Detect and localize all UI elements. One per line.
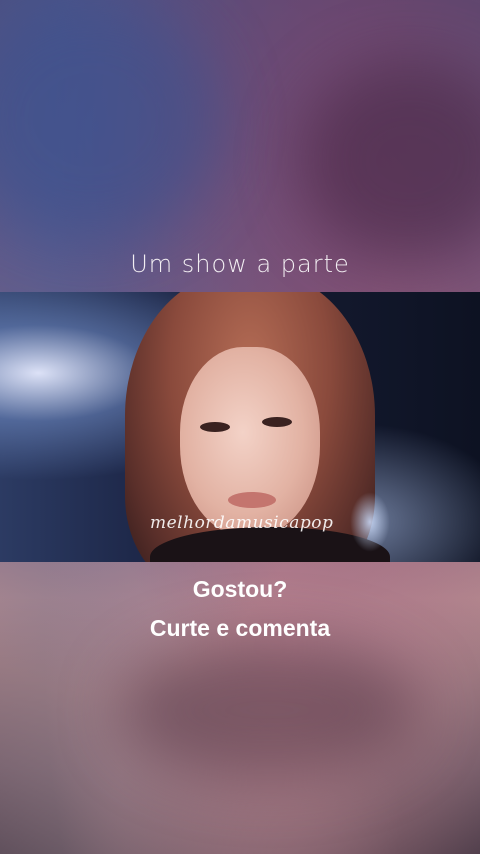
caption-top: Um show a parte [130,250,350,278]
background-blur [120,640,420,780]
caption-call-to-action: Curte e comenta [149,615,331,641]
video-still-eye [262,417,292,427]
video-still-face [180,347,320,537]
video-post-screen[interactable]: Um show a parte melhordamusicapop Gostou… [0,0,480,854]
watermark-text: melhordamusicapop [150,513,334,533]
video-still-lips [228,492,276,508]
video-still-eye [200,422,230,432]
background-blur [300,60,480,260]
video-still-light [350,492,390,552]
background-blur [0,0,220,240]
caption-question: Gostou? [192,576,288,602]
